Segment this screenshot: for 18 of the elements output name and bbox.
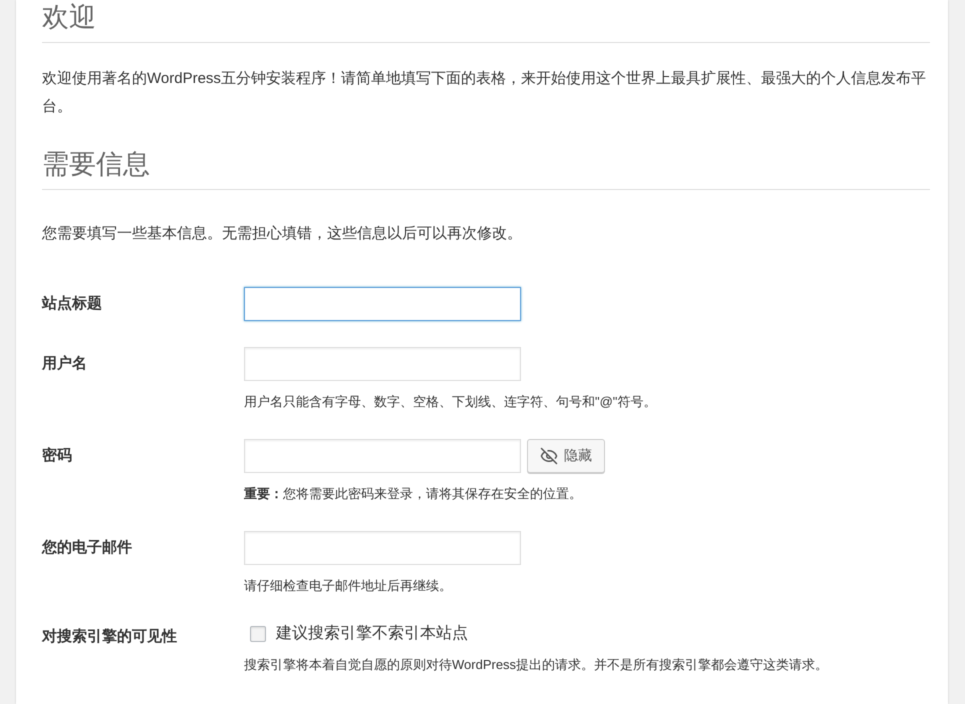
field-label: 用户名 xyxy=(42,354,88,374)
hint-text: 请仔细检查电子邮件地址后再继续。 xyxy=(244,577,453,595)
paragraph: 欢迎使用著名的WordPress五分钟安装程序！请简单地填写下面的表格，来开始使用这个世界上最具扩展性、最强大的个人信息发布平台。 xyxy=(42,69,927,117)
input-field[interactable] xyxy=(244,287,521,321)
field-label: 密码 xyxy=(42,446,73,466)
hint-text: 重要：您将需要此密码来登录，请将其保存在安全的位置。 xyxy=(244,485,583,503)
eye-slash-icon xyxy=(540,447,558,465)
hint-text: 用户名只能含有字母、数字、空格、下划线、连字符、句号和"@"符号。 xyxy=(244,393,658,411)
checkbox-label: 建议搜索引擎不索引本站点 xyxy=(276,624,468,644)
section-heading: 欢迎 xyxy=(42,0,930,43)
field-label: 您的电子邮件 xyxy=(42,538,133,558)
field-label: 对搜索引擎的可见性 xyxy=(42,627,178,647)
hide-button[interactable]: 隐藏 xyxy=(527,439,605,473)
field-label: 站点标题 xyxy=(42,294,103,314)
paragraph: 您需要填写一些基本信息。无需担心填错，这些信息以后可以再次修改。 xyxy=(42,224,523,244)
checkbox[interactable] xyxy=(250,626,266,642)
hint-text: 搜索引擎将本着自觉自愿的原则对待WordPress提出的请求。并不是所有搜索引擎都会遵守这类请求。 xyxy=(244,656,830,674)
section-heading: 需要信息 xyxy=(42,121,930,190)
